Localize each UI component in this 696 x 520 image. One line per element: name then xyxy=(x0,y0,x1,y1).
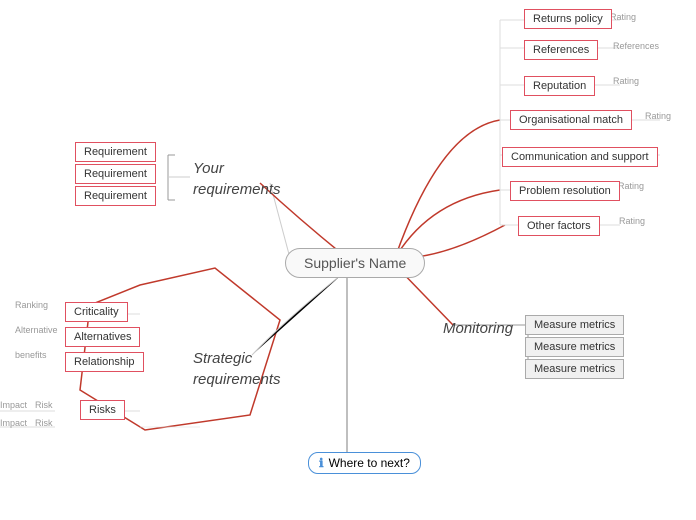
rating-6: Rating xyxy=(619,216,645,226)
references-box[interactable]: References xyxy=(524,40,598,60)
rating-5: Rating xyxy=(618,181,644,191)
impact-label-1: Impact xyxy=(0,400,27,410)
where-to-next[interactable]: ℹ Where to next? xyxy=(308,452,421,474)
problem-res-box[interactable]: Problem resolution xyxy=(510,181,620,201)
ranking-label: Ranking xyxy=(15,300,48,310)
your-requirements-label: Yourrequirements xyxy=(193,158,281,200)
monitoring-label: Monitoring xyxy=(443,320,513,337)
strategic-requirements-label: Strategicrequirements xyxy=(193,348,281,390)
where-to-next-label: Where to next? xyxy=(329,456,410,470)
measure-metrics-1[interactable]: Measure metrics xyxy=(525,315,624,335)
benefits-label: benefits xyxy=(15,350,47,360)
alternatives-box[interactable]: Alternatives xyxy=(65,327,140,347)
reputation-box[interactable]: Reputation xyxy=(524,76,595,96)
impact-label-2: Impact xyxy=(0,418,27,428)
requirement-1[interactable]: Requirement xyxy=(75,142,156,162)
info-icon: ℹ xyxy=(319,456,324,470)
rating-4: Rating xyxy=(645,111,671,121)
risk-label-2: Risk xyxy=(35,418,53,428)
other-factors-box[interactable]: Other factors xyxy=(518,216,600,236)
relationship-box[interactable]: Relationship xyxy=(65,352,144,372)
requirement-2[interactable]: Requirement xyxy=(75,164,156,184)
measure-metrics-3[interactable]: Measure metrics xyxy=(525,359,624,379)
rating-2: References xyxy=(613,41,659,51)
central-label: Supplier's Name xyxy=(304,255,406,271)
central-node: Supplier's Name xyxy=(285,248,425,278)
org-match-box[interactable]: Organisational match xyxy=(510,110,632,130)
requirement-3[interactable]: Requirement xyxy=(75,186,156,206)
rating-3: Rating xyxy=(613,76,639,86)
returns-policy-box[interactable]: Returns policy xyxy=(524,9,612,29)
risk-label-1: Risk xyxy=(35,400,53,410)
risks-box[interactable]: Risks xyxy=(80,400,125,420)
comm-support-box[interactable]: Communication and support xyxy=(502,147,658,167)
criticality-box[interactable]: Criticality xyxy=(65,302,128,322)
rating-1: Rating xyxy=(610,12,636,22)
alternative-label: Alternative xyxy=(15,325,58,335)
measure-metrics-2[interactable]: Measure metrics xyxy=(525,337,624,357)
